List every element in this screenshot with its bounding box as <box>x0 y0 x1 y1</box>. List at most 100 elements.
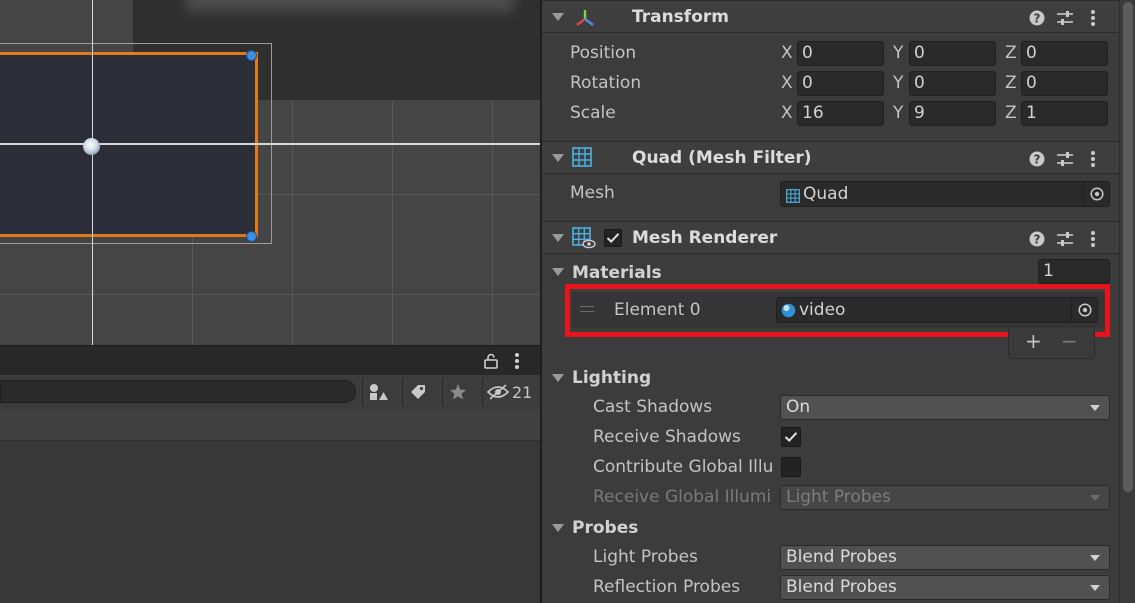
presets-sliders-icon[interactable] <box>1056 230 1074 248</box>
lock-icon[interactable] <box>484 353 498 373</box>
svg-text:?: ? <box>1034 153 1041 167</box>
fold-arrow-icon[interactable] <box>552 234 564 242</box>
rect-handle-top-right[interactable] <box>246 50 257 61</box>
hierarchy-list-area[interactable] <box>0 441 540 603</box>
transform-header[interactable]: Transform ? <box>542 0 1119 33</box>
remove-element-button[interactable]: − <box>1061 329 1078 353</box>
blurred-background-text <box>185 0 515 12</box>
reflection-probes-dropdown[interactable]: Blend Probes <box>780 575 1110 600</box>
add-element-button[interactable]: + <box>1025 329 1042 353</box>
position-y-field[interactable]: 0 <box>909 41 996 66</box>
light-probes-value: Blend Probes <box>786 547 897 567</box>
axis-x-label[interactable]: X <box>781 43 793 63</box>
axis-z-label[interactable]: Z <box>1005 73 1017 93</box>
materials-fold-arrow-icon[interactable] <box>552 268 564 276</box>
rotation-label: Rotation <box>570 73 642 93</box>
mesh-value: Quad <box>803 184 849 204</box>
help-icon[interactable]: ? <box>1028 150 1046 168</box>
search-input[interactable] <box>0 380 356 403</box>
reflection-probes-value: Blend Probes <box>786 577 897 597</box>
axis-y-label[interactable]: Y <box>893 73 903 93</box>
hidden-object-count: 21 <box>512 383 533 402</box>
position-x-field[interactable]: 0 <box>797 41 884 66</box>
mesh-grid-icon <box>786 188 800 208</box>
contribute-gi-checkbox[interactable] <box>781 457 801 477</box>
component-menu-icon[interactable] <box>1084 230 1102 248</box>
hierarchy-tab-bar <box>0 345 540 375</box>
hidden-eye-icon[interactable] <box>482 378 512 406</box>
cast-shadows-dropdown[interactable]: On <box>780 395 1110 420</box>
dropdown-arrow-icon <box>1090 555 1100 561</box>
scene-view[interactable] <box>0 0 540 345</box>
probes-fold-arrow-icon[interactable] <box>552 524 564 532</box>
mesh-renderer-header[interactable]: Mesh Renderer ? <box>542 221 1119 254</box>
axis-y-label[interactable]: Y <box>893 43 903 63</box>
mesh-renderer-icon <box>572 227 596 253</box>
help-icon[interactable]: ? <box>1028 9 1046 27</box>
transform-title: Transform <box>632 7 729 27</box>
rect-handle-bottom-right[interactable] <box>246 231 257 242</box>
axis-y-label[interactable]: Y <box>893 103 903 123</box>
materials-label[interactable]: Materials <box>572 263 662 283</box>
scale-y-field[interactable]: 9 <box>909 101 996 126</box>
cast-shadows-value: On <box>786 397 811 417</box>
mesh-filter-title: Quad (Mesh Filter) <box>632 148 812 168</box>
position-label: Position <box>570 43 637 63</box>
light-probes-dropdown[interactable]: Blend Probes <box>780 545 1110 570</box>
axis-z-label[interactable]: Z <box>1005 43 1017 63</box>
filter-by-type-icon[interactable] <box>362 378 392 406</box>
filter-by-label-icon[interactable] <box>402 378 432 406</box>
axis-x-label[interactable]: X <box>781 103 793 123</box>
hierarchy-header-row <box>0 409 540 441</box>
pivot-handle[interactable] <box>83 138 100 155</box>
scale-label: Scale <box>570 103 616 123</box>
axis-x-label[interactable]: X <box>781 73 793 93</box>
contribute-gi-label: Contribute Global Illu <box>593 457 774 477</box>
scene-axis-line-vertical <box>92 0 93 345</box>
presets-sliders-icon[interactable] <box>1056 150 1074 168</box>
list-add-remove-buttons: + − <box>1008 329 1095 359</box>
scale-x-field[interactable]: 16 <box>797 101 884 126</box>
fold-arrow-icon[interactable] <box>552 13 564 21</box>
scale-z-field[interactable]: 1 <box>1021 101 1108 126</box>
receive-shadows-label: Receive Shadows <box>593 427 741 447</box>
favorite-star-icon[interactable] <box>442 378 472 406</box>
cast-shadows-label: Cast Shadows <box>593 397 713 417</box>
probes-label[interactable]: Probes <box>572 518 638 538</box>
mesh-label: Mesh <box>570 183 615 203</box>
component-menu-icon[interactable] <box>1084 150 1102 168</box>
lighting-fold-arrow-icon[interactable] <box>552 374 564 382</box>
fold-arrow-icon[interactable] <box>552 154 564 162</box>
dropdown-arrow-icon <box>1090 405 1100 411</box>
receive-shadows-checkbox[interactable] <box>781 427 801 447</box>
axis-z-label[interactable]: Z <box>1005 103 1017 123</box>
light-probes-label: Light Probes <box>593 547 698 567</box>
mesh-grid-icon <box>572 147 592 171</box>
rotation-y-field[interactable]: 0 <box>909 71 996 96</box>
position-z-field[interactable]: 0 <box>1021 41 1108 66</box>
mesh-filter-header[interactable]: Quad (Mesh Filter) ? <box>542 141 1119 174</box>
rotation-z-field[interactable]: 0 <box>1021 71 1108 96</box>
help-icon[interactable]: ? <box>1028 230 1046 248</box>
mesh-object-field[interactable]: Quad <box>780 181 1110 207</box>
mesh-renderer-enabled-checkbox[interactable] <box>604 229 622 247</box>
kebab-menu-icon[interactable] <box>514 352 520 374</box>
scrollbar-thumb[interactable] <box>1123 2 1133 492</box>
presets-sliders-icon[interactable] <box>1056 9 1074 27</box>
mesh-renderer-title: Mesh Renderer <box>632 228 778 248</box>
dropdown-arrow-icon <box>1090 495 1100 501</box>
materials-count-field[interactable]: 1 <box>1038 259 1110 284</box>
transform-axes-icon <box>574 7 596 33</box>
reflection-probes-label: Reflection Probes <box>593 577 741 597</box>
object-picker-icon[interactable] <box>1083 182 1109 206</box>
scene-axis-line-horizontal <box>0 143 540 145</box>
svg-text:?: ? <box>1034 233 1041 247</box>
component-menu-icon[interactable] <box>1084 9 1102 27</box>
rotation-x-field[interactable]: 0 <box>797 71 884 96</box>
dropdown-arrow-icon <box>1090 585 1100 591</box>
lighting-label[interactable]: Lighting <box>572 368 651 388</box>
inspector-panel: Transform ? Position X 0 Y 0 Z 0 Rotatio… <box>542 0 1135 603</box>
inspector-scrollbar[interactable] <box>1119 0 1135 603</box>
hierarchy-search-row: 21 <box>0 375 540 409</box>
receive-gi-dropdown: Light Probes <box>780 485 1110 510</box>
